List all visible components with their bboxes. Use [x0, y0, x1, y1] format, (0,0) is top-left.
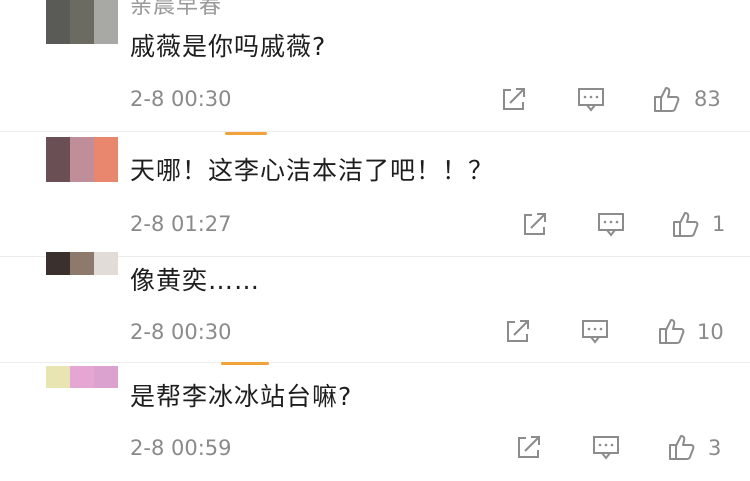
- avatar-tile: [46, 137, 70, 182]
- comment-icon: [593, 436, 619, 460]
- avatar-tile: [46, 252, 70, 275]
- avatar-tile: [70, 366, 94, 388]
- like-count: 1: [712, 212, 726, 236]
- like-button[interactable]: [652, 84, 682, 114]
- comment-time: 2-8 00:30: [130, 320, 232, 344]
- avatar-tile: [94, 366, 118, 388]
- share-button[interactable]: [499, 84, 529, 114]
- divider-accent: [221, 362, 269, 365]
- like-button[interactable]: [667, 432, 697, 462]
- share-icon: [503, 88, 525, 110]
- share-icon: [518, 436, 540, 458]
- avatar[interactable]: [46, 0, 118, 44]
- like-button[interactable]: [671, 209, 701, 239]
- comment-text: 戚薇是你吗戚薇?: [130, 32, 327, 61]
- avatar-tile: [70, 252, 94, 275]
- comment-item: 天哪！这李心洁本洁了吧！！？ 2-8 01:27 1: [0, 137, 750, 257]
- avatar-tile: [70, 0, 94, 44]
- share-icon: [524, 213, 546, 235]
- like-button[interactable]: [657, 316, 687, 346]
- thumbs-up-icon: [673, 212, 699, 237]
- comment-button[interactable]: [576, 84, 606, 114]
- like-count: 3: [708, 436, 722, 460]
- avatar[interactable]: [46, 137, 118, 182]
- comment-item: 亲晨早春 戚薇是你吗戚薇? 2-8 00:30 83: [0, 0, 750, 130]
- username[interactable]: 亲晨早春: [130, 0, 222, 20]
- comment-button[interactable]: [580, 316, 610, 346]
- avatar-tile: [94, 252, 118, 275]
- divider: [0, 131, 750, 132]
- share-button[interactable]: [514, 432, 544, 462]
- share-icon: [507, 320, 529, 342]
- comment-button[interactable]: [591, 432, 621, 462]
- avatar-tile: [46, 366, 70, 388]
- comment-icon: [582, 320, 608, 344]
- like-count: 83: [694, 87, 721, 111]
- comment-time: 2-8 00:59: [130, 436, 232, 460]
- comment-time: 2-8 00:30: [130, 87, 232, 111]
- comment-icon: [598, 213, 624, 237]
- divider: [0, 362, 750, 363]
- avatar[interactable]: [46, 366, 118, 388]
- comment-text: 天哪！这李心洁本洁了吧！！？: [130, 156, 495, 185]
- avatar-tile: [94, 137, 118, 182]
- like-count: 10: [697, 320, 724, 344]
- comment-text: 是帮李冰冰站台嘛?: [130, 382, 353, 411]
- avatar[interactable]: [46, 252, 118, 275]
- comment-button[interactable]: [596, 209, 626, 239]
- comment-time: 2-8 01:27: [130, 212, 232, 236]
- comment-text: 像黄奕……: [130, 266, 261, 295]
- thumbs-up-icon: [659, 319, 685, 344]
- share-button[interactable]: [503, 316, 533, 346]
- avatar-tile: [46, 0, 70, 44]
- comment-item: 是帮李冰冰站台嘛? 2-8 00:59 3: [0, 366, 750, 481]
- thumbs-up-icon: [669, 435, 695, 460]
- thumbs-up-icon: [654, 87, 680, 112]
- comment-icon: [578, 88, 604, 112]
- share-button[interactable]: [520, 209, 550, 239]
- avatar-tile: [94, 0, 118, 44]
- divider-accent: [225, 132, 267, 135]
- comment-item: 像黄奕…… 2-8 00:30 10: [0, 250, 750, 362]
- avatar-tile: [70, 137, 94, 182]
